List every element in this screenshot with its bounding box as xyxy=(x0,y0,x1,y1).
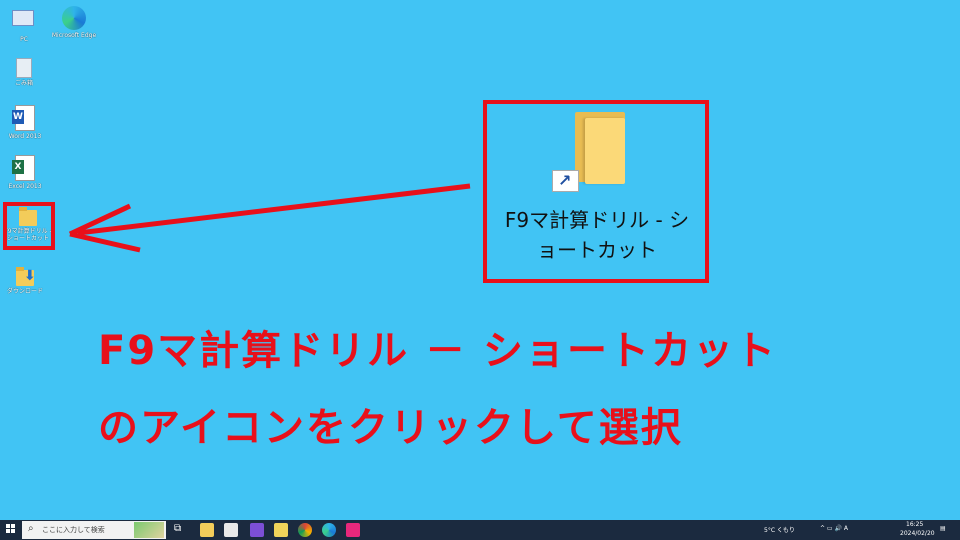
recycle-bin-icon xyxy=(16,58,32,78)
edge-taskbar-icon[interactable] xyxy=(322,523,336,537)
callout-label-line1: F9マ計算ドリル - シ xyxy=(504,208,690,232)
notes-icon[interactable] xyxy=(274,523,288,537)
search-icon: ⌕ xyxy=(28,523,34,534)
callout-label: F9マ計算ドリル - シ ョートカット xyxy=(500,205,694,265)
desktop-icon-excel[interactable]: Excel 2013 xyxy=(1,155,49,190)
pointer-arrow xyxy=(68,183,471,253)
desktop-icon-recycle-bin[interactable]: ごみ箱 xyxy=(0,55,48,87)
desktop-icon-download[interactable]: ⬇ ダウンロード xyxy=(1,264,49,295)
desktop-icon-label: Microsoft Edge xyxy=(51,32,97,39)
download-folder-icon: ⬇ xyxy=(16,267,36,286)
task-view-icon[interactable]: ⧉ xyxy=(174,523,188,537)
desktop-icon-label: Excel 2013 xyxy=(8,183,42,190)
pc-icon xyxy=(12,10,36,34)
desktop-shortcut-highlight xyxy=(3,202,55,250)
callout-label-line2: ョートカット xyxy=(537,238,657,262)
desktop-icon-label: ごみ箱 xyxy=(14,80,33,87)
clock-time[interactable]: 16:25 xyxy=(906,521,923,528)
desktop-icon-label: PC xyxy=(20,36,28,43)
word-icon xyxy=(12,105,35,131)
weather-status[interactable]: 5°C くもり xyxy=(764,525,795,534)
clock-date[interactable]: 2024/02/20 xyxy=(900,530,935,537)
edge-icon xyxy=(62,6,86,30)
shortcut-arrow-icon: ↗ xyxy=(552,170,579,192)
desktop-icon-label: ダウンロード xyxy=(6,288,43,295)
search-highlight-image xyxy=(134,522,164,538)
start-button[interactable] xyxy=(6,524,16,534)
app-taskbar-icon[interactable] xyxy=(346,523,360,537)
paint-icon[interactable] xyxy=(250,523,264,537)
desktop-icon-word[interactable]: Word 2013 xyxy=(1,105,49,140)
tray-icons[interactable]: ^ ▭ 🔊 A xyxy=(820,525,848,532)
desktop-icon-edge[interactable]: Microsoft Edge xyxy=(50,6,98,39)
desktop-icon-pc[interactable]: PC xyxy=(0,6,48,43)
desktop-icon-label: Word 2013 xyxy=(8,133,42,140)
instruction-line2: のアイコンをクリックして選択 xyxy=(98,405,683,451)
search-placeholder: ここに入力して検索 xyxy=(42,526,105,534)
taskbar: ⌕ ここに入力して検索 ⧉ 5°C くもり ^ ▭ 🔊 A 16:25 2024… xyxy=(0,520,960,540)
file-explorer-icon[interactable] xyxy=(200,523,214,537)
notification-icon[interactable]: ▤ xyxy=(940,525,946,532)
store-icon[interactable] xyxy=(224,523,238,537)
instruction-line1: F9マ計算ドリル － ショートカット xyxy=(98,328,778,374)
taskbar-search-box[interactable]: ⌕ ここに入力して検索 xyxy=(22,521,166,539)
chrome-icon[interactable] xyxy=(298,523,312,537)
excel-icon xyxy=(12,155,35,181)
